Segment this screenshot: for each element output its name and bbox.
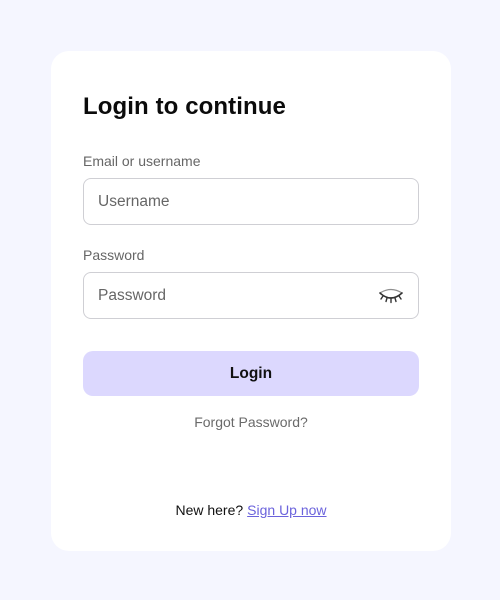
login-button[interactable]: Login bbox=[83, 351, 419, 396]
username-input[interactable] bbox=[84, 179, 418, 224]
password-input[interactable] bbox=[84, 273, 418, 318]
signup-row: New here? Sign Up now bbox=[83, 502, 419, 518]
eye-closed-icon[interactable] bbox=[378, 285, 404, 307]
password-field[interactable] bbox=[83, 272, 419, 319]
forgot-password-link[interactable]: Forgot Password? bbox=[83, 414, 419, 430]
signup-prompt: New here? bbox=[175, 502, 244, 518]
page-title: Login to continue bbox=[83, 93, 286, 120]
email-label: Email or username bbox=[83, 153, 201, 169]
username-field[interactable] bbox=[83, 178, 419, 225]
password-label: Password bbox=[83, 247, 145, 263]
signup-link[interactable]: Sign Up now bbox=[247, 502, 326, 518]
login-card: Login to continue Email or username Pass… bbox=[51, 51, 451, 551]
